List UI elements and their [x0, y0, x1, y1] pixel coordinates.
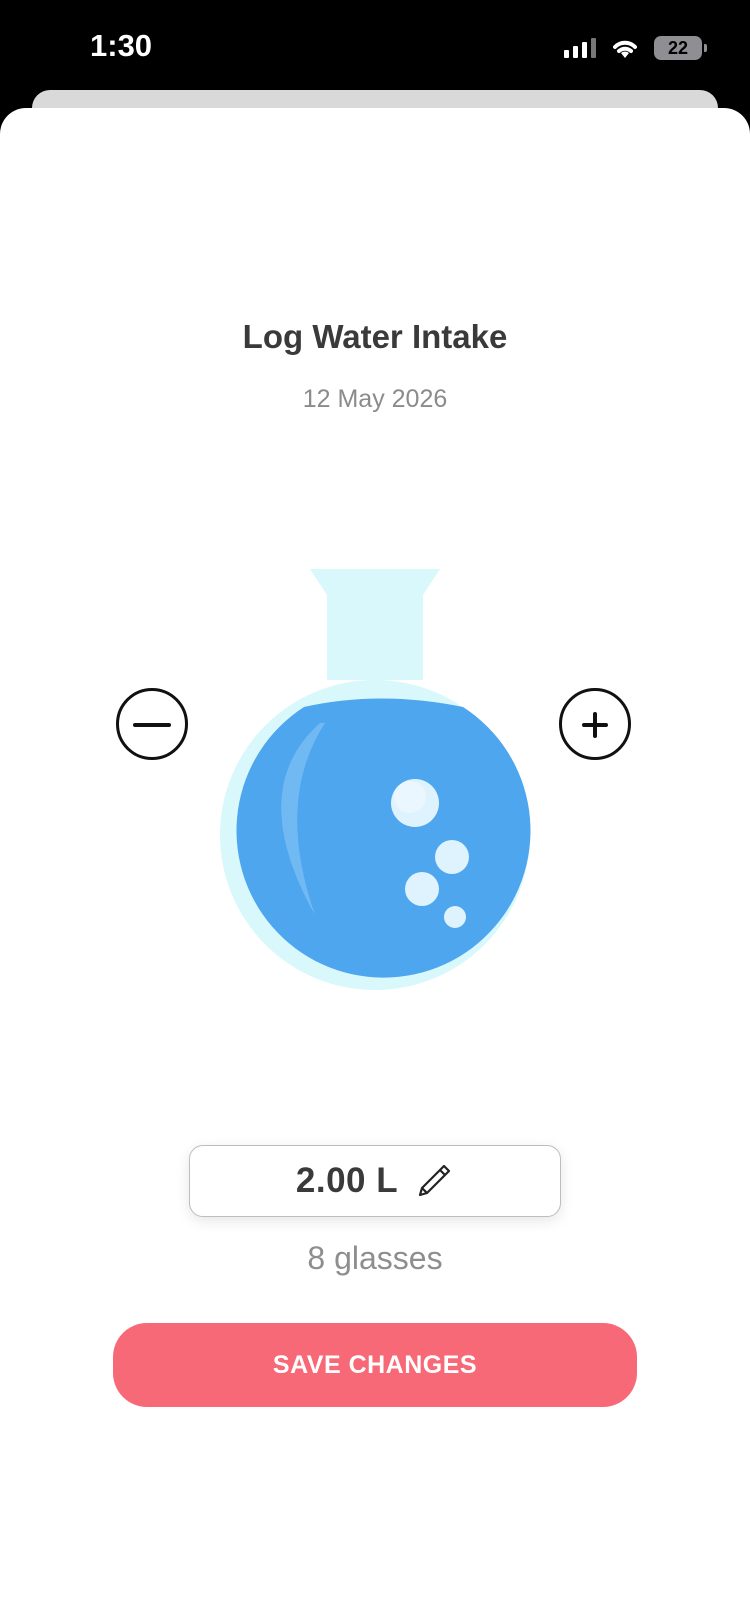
- save-changes-button[interactable]: SAVE CHANGES: [113, 1323, 637, 1407]
- minus-icon: [133, 723, 171, 727]
- log-date: 12 May 2026: [302, 385, 448, 413]
- status-icons: 22: [564, 36, 707, 60]
- amount-input[interactable]: 2.00 L: [189, 1145, 561, 1217]
- water-flask-illustration: [220, 569, 531, 990]
- battery-level: 22: [667, 37, 689, 58]
- wifi-icon: [613, 40, 637, 58]
- signal-icon: [564, 38, 596, 58]
- decrease-button[interactable]: [116, 688, 188, 760]
- battery-icon: 22: [654, 36, 707, 60]
- pencil-icon[interactable]: [414, 1161, 454, 1201]
- status-time: 1:30: [90, 28, 153, 63]
- status-bar: 1:30 22: [0, 0, 750, 95]
- page-title: Log Water Intake: [242, 318, 508, 355]
- amount-value: 2.00 L: [295, 1161, 399, 1200]
- glasses-count: 8 glasses: [307, 1240, 443, 1276]
- increase-button[interactable]: [559, 688, 631, 760]
